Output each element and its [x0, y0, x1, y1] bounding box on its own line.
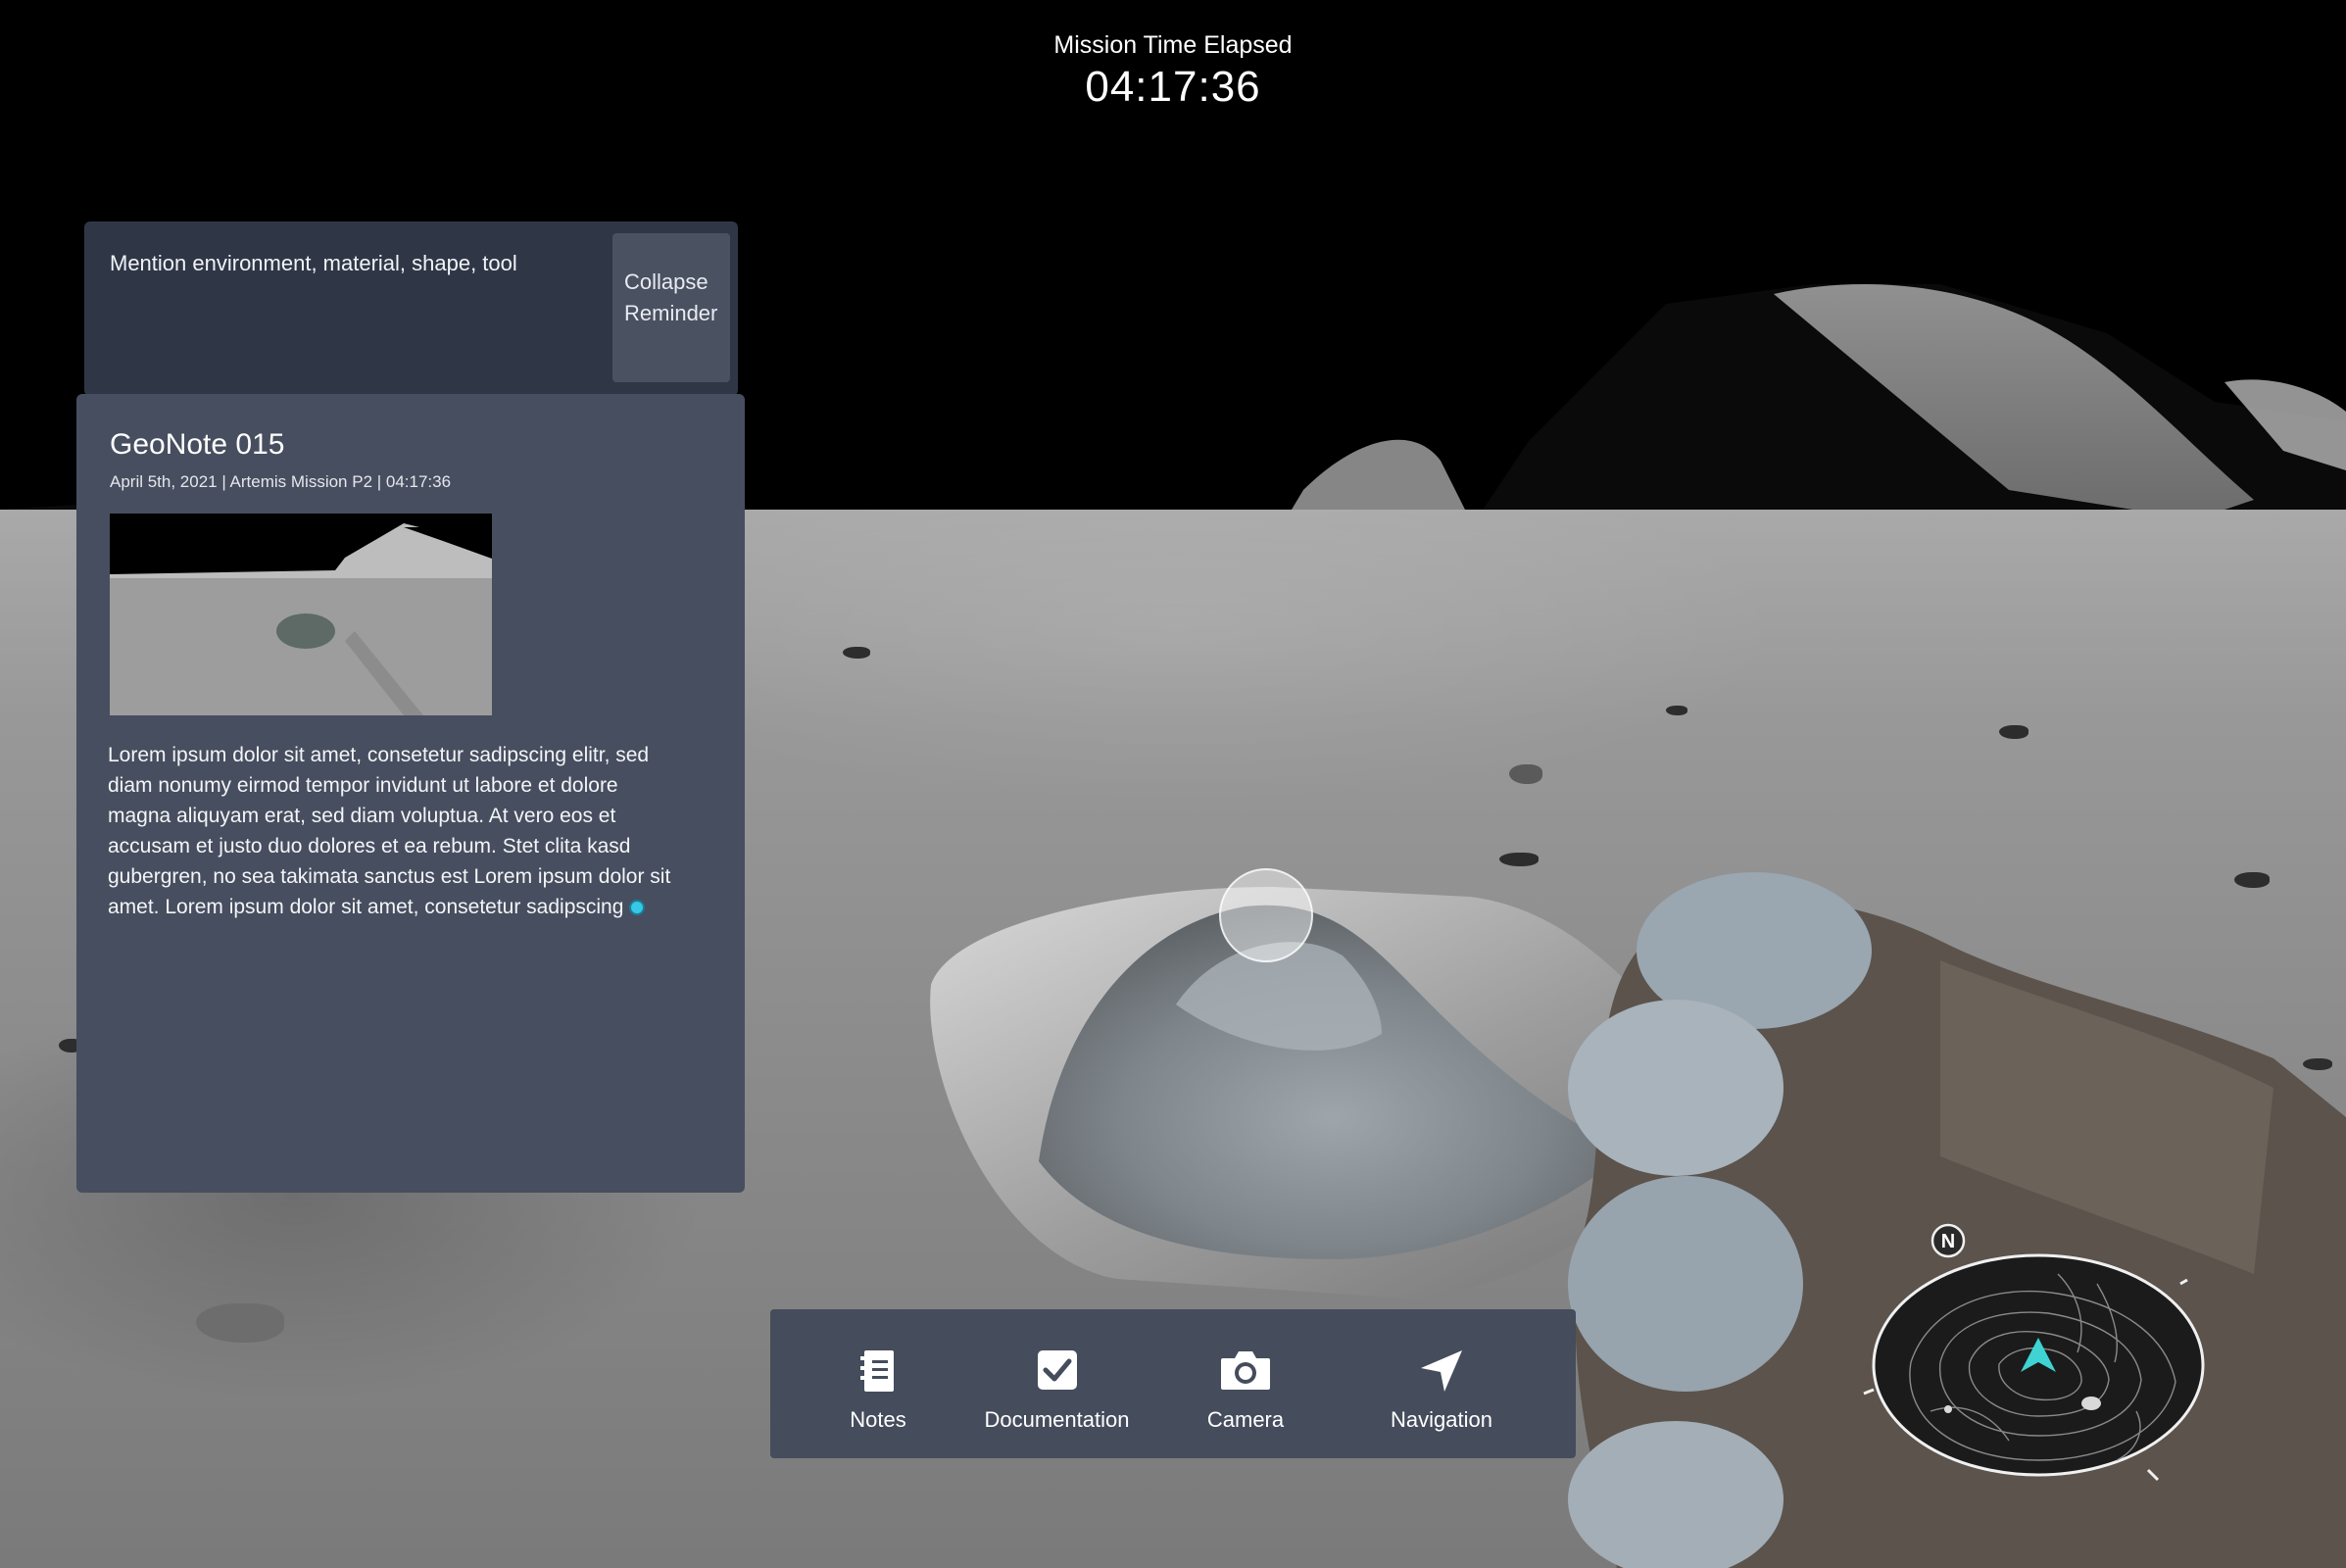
toolbar-notes-label: Notes [850, 1407, 906, 1432]
mission-time-value: 04:17:36 [1085, 63, 1261, 111]
topographic-minimap[interactable]: N [1842, 1215, 2215, 1509]
mission-time-label: Mission Time Elapsed [1053, 31, 1293, 59]
focus-reticle[interactable] [1219, 868, 1313, 962]
note-title: GeoNote 015 [110, 428, 285, 461]
collapse-label-line2: Reminder [624, 301, 718, 325]
toolbar-documentation-label: Documentation [984, 1407, 1130, 1432]
toolbar-camera-label: Camera [1206, 1407, 1285, 1432]
rock [843, 647, 870, 659]
note-thumbnail-image[interactable] [110, 514, 492, 715]
rock [1999, 725, 2028, 739]
checkbox-icon [1037, 1350, 1077, 1390]
toolbar-navigation-button[interactable]: Navigation [1348, 1309, 1535, 1458]
note-body[interactable]: Lorem ipsum dolor sit amet, consetetur s… [108, 740, 686, 922]
note-body-text: Lorem ipsum dolor sit amet, consetetur s… [108, 744, 671, 918]
note-meta: April 5th, 2021 | Artemis Mission P2 | 0… [110, 472, 452, 491]
toolbar-documentation-button[interactable]: Documentation [966, 1309, 1148, 1458]
thumbnail-scene [110, 514, 492, 715]
notebook-icon [860, 1350, 894, 1392]
collapse-label-line1: Collapse [624, 270, 709, 294]
camera-icon [1221, 1351, 1270, 1390]
waypoint-marker[interactable] [2081, 1396, 2101, 1410]
compass-tick [2146, 1468, 2160, 1482]
compass-tick [1863, 1388, 1875, 1396]
geonote-card: GeoNote 015 April 5th, 2021 | Artemis Mi… [76, 394, 745, 1193]
waypoint-dot [1944, 1405, 1952, 1413]
reminder-panel: Mention environment, material, shape, to… [84, 221, 738, 396]
north-label: N [1941, 1231, 1955, 1252]
toolbar-notes-button[interactable]: Notes [809, 1309, 947, 1458]
bottom-toolbar: Notes Documentation Camera Navigation [770, 1309, 1576, 1458]
rock [196, 1303, 284, 1343]
rock [1509, 764, 1542, 784]
navigation-arrow-icon [1421, 1350, 1462, 1392]
toolbar-camera-button[interactable]: Camera [1172, 1309, 1319, 1458]
text-cursor-icon [629, 900, 646, 916]
toolbar-navigation-label: Navigation [1391, 1407, 1492, 1432]
rock [1666, 706, 1687, 715]
collapse-reminder-button[interactable]: Collapse Reminder [612, 233, 730, 382]
compass-tick [2179, 1278, 2188, 1286]
reminder-text: Mention environment, material, shape, to… [110, 251, 517, 275]
